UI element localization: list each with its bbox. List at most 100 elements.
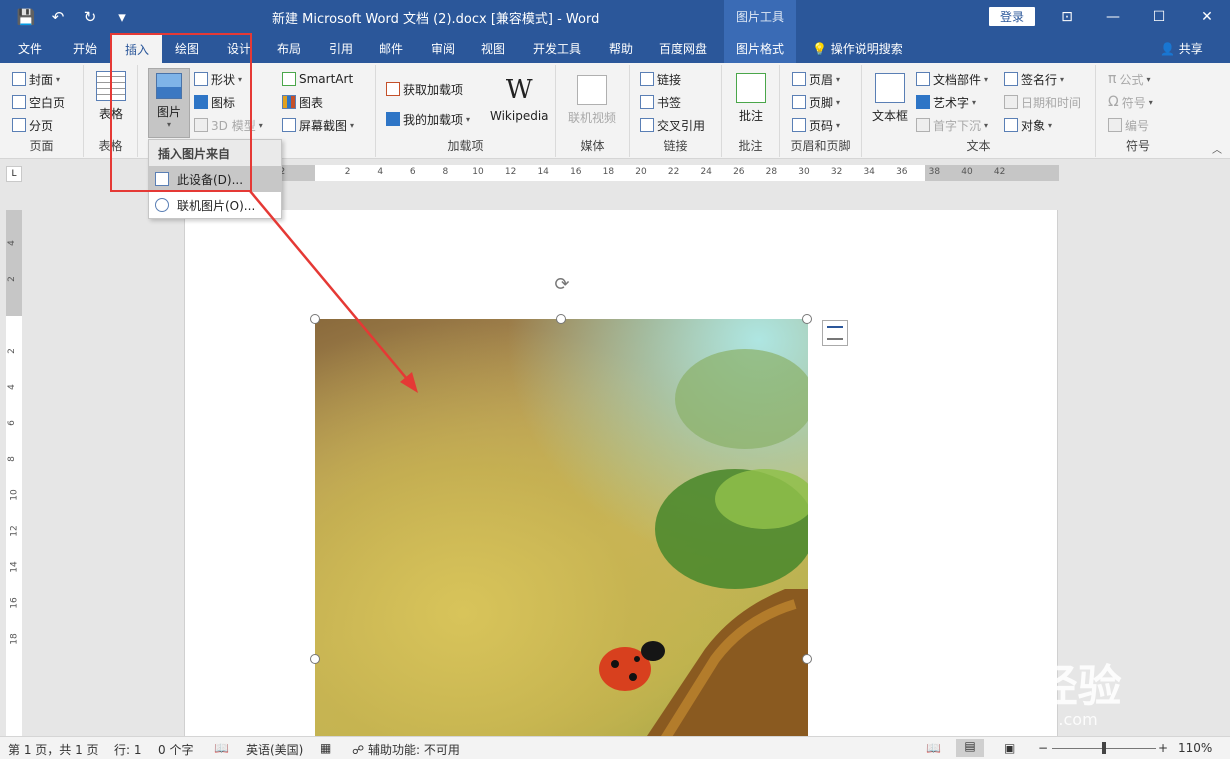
tab-mailings[interactable]: 邮件: [368, 33, 414, 63]
omega-icon: Ω: [1108, 94, 1119, 110]
ruler-number: 28: [765, 167, 778, 177]
textbox-button[interactable]: 文本框: [872, 73, 908, 124]
wikipedia-button[interactable]: W Wikipedia: [490, 75, 549, 123]
resize-handle-right[interactable]: [802, 654, 812, 664]
read-mode-icon[interactable]: 📖: [926, 741, 941, 755]
zoom-slider-thumb[interactable]: [1102, 742, 1106, 754]
ruler-number: 2: [6, 276, 17, 282]
quick-access-toolbar: 💾 ↶ ↻ ▾: [12, 6, 136, 28]
screenshot-button[interactable]: 屏幕截图 ▾: [282, 115, 354, 135]
horizontal-ruler[interactable]: 4224681012141618202224262830323436384042: [183, 165, 1059, 181]
cover-page-button[interactable]: 封面 ▾: [12, 69, 60, 89]
vertical-ruler[interactable]: 4 2 2 4 6 8 10 12 14 16 18: [6, 210, 22, 736]
tab-layout[interactable]: 布局: [266, 33, 312, 63]
macro-recording-icon[interactable]: ▦: [320, 741, 331, 755]
tab-review[interactable]: 审阅: [420, 33, 466, 63]
online-video-button[interactable]: 联机视频: [568, 75, 616, 126]
ribbon-display-options-icon[interactable]: ⊡: [1044, 0, 1090, 33]
layout-options-button[interactable]: [822, 320, 848, 346]
comment-button[interactable]: 批注: [736, 73, 766, 124]
table-button[interactable]: 表格: [96, 71, 126, 122]
tell-me-search[interactable]: 💡 操作说明搜索: [812, 40, 903, 57]
tab-file[interactable]: 文件: [8, 33, 52, 63]
group-links: 链接 书签 交叉引用 链接: [630, 65, 722, 157]
page-number-button[interactable]: 页码 ▾: [792, 115, 840, 135]
tab-developer[interactable]: 开发工具: [526, 33, 588, 63]
share-button[interactable]: 👤 共享: [1160, 40, 1203, 57]
customize-qat-icon[interactable]: ▾: [108, 6, 136, 28]
tab-draw[interactable]: 绘图: [164, 33, 210, 63]
symbol-button[interactable]: Ω 符号 ▾: [1108, 92, 1153, 112]
resize-handle-top-left[interactable]: [310, 314, 320, 324]
tab-references[interactable]: 引用: [318, 33, 364, 63]
minimize-button[interactable]: —: [1090, 0, 1136, 33]
page-break-button[interactable]: 分页: [12, 115, 53, 135]
menu-item-this-device[interactable]: 此设备(D)...: [149, 166, 281, 192]
tab-picture-format[interactable]: 图片格式: [724, 33, 796, 63]
object-icon: [1004, 118, 1018, 132]
link-button[interactable]: 链接: [640, 69, 681, 89]
get-addins-label: 获取加载项: [403, 82, 464, 97]
chart-button[interactable]: 图表: [282, 92, 323, 112]
group-label: 批注: [738, 139, 763, 153]
get-addins-button[interactable]: 获取加载项: [386, 79, 463, 99]
proofing-icon[interactable]: 📖: [214, 741, 229, 755]
language[interactable]: 英语(美国): [246, 741, 303, 758]
bookmark-button[interactable]: 书签: [640, 92, 681, 112]
wordart-button[interactable]: 艺术字 ▾: [916, 92, 976, 112]
header-button[interactable]: 页眉 ▾: [792, 69, 840, 89]
smartart-button[interactable]: SmartArt: [282, 69, 353, 89]
chevron-down-icon: ▾: [466, 114, 471, 124]
collapse-ribbon-icon[interactable]: ︿: [1212, 141, 1222, 156]
shapes-button[interactable]: 形状 ▾: [194, 69, 242, 89]
tab-view[interactable]: 视图: [470, 33, 516, 63]
print-layout-icon[interactable]: ▤: [956, 739, 984, 757]
blank-page-button[interactable]: 空白页: [12, 92, 65, 112]
close-button[interactable]: ✕: [1184, 0, 1230, 33]
signature-line-button[interactable]: 签名行 ▾: [1004, 69, 1064, 89]
bookmark-label: 书签: [657, 95, 682, 110]
zoom-out-button[interactable]: −: [1038, 741, 1048, 755]
accessibility-status[interactable]: ☍ 辅助功能: 不可用: [352, 741, 460, 758]
object-button[interactable]: 对象 ▾: [1004, 115, 1052, 135]
inserted-picture[interactable]: [315, 319, 808, 739]
save-icon[interactable]: 💾: [12, 6, 40, 28]
tab-design[interactable]: 设计: [216, 33, 262, 63]
word-count[interactable]: 0 个字: [158, 741, 193, 758]
number-button[interactable]: 编号: [1108, 115, 1149, 135]
my-addins-button[interactable]: 我的加载项 ▾: [386, 109, 470, 129]
3d-models-button[interactable]: 3D 模型 ▾: [194, 115, 263, 135]
undo-icon[interactable]: ↶: [44, 6, 72, 28]
ruler-number: 4: [6, 384, 17, 390]
drop-cap-button[interactable]: 首字下沉 ▾: [916, 115, 988, 135]
cross-reference-icon: [640, 118, 654, 132]
footer-button[interactable]: 页脚 ▾: [792, 92, 840, 112]
tab-baidu-netdisk[interactable]: 百度网盘: [650, 33, 716, 63]
page-count[interactable]: 第 1 页，共 1 页: [8, 741, 99, 758]
link-icon: [640, 72, 654, 86]
cross-reference-button[interactable]: 交叉引用: [640, 115, 705, 135]
login-button[interactable]: 登录: [989, 7, 1035, 26]
icons-button[interactable]: 图标: [194, 92, 235, 112]
quick-parts-button[interactable]: 文档部件 ▾: [916, 69, 988, 89]
zoom-level[interactable]: 110%: [1178, 741, 1212, 755]
zoom-in-button[interactable]: +: [1158, 741, 1168, 755]
tab-help[interactable]: 帮助: [598, 33, 644, 63]
resize-handle-top[interactable]: [556, 314, 566, 324]
resize-handle-top-right[interactable]: [802, 314, 812, 324]
tab-stop-selector[interactable]: L: [6, 166, 22, 182]
chevron-down-icon: ▾: [836, 97, 841, 107]
restore-button[interactable]: ☐: [1136, 0, 1182, 33]
ruler-number: 26: [733, 167, 745, 177]
blank-page-label: 空白页: [29, 95, 66, 110]
tab-home[interactable]: 开始: [62, 33, 108, 63]
resize-handle-left[interactable]: [310, 654, 320, 664]
tab-insert[interactable]: 插入: [112, 35, 162, 63]
menu-item-online-pictures[interactable]: 联机图片(O)...: [149, 192, 281, 218]
redo-icon[interactable]: ↻: [76, 6, 104, 28]
web-layout-icon[interactable]: ▣: [1004, 741, 1015, 755]
rotate-handle-icon[interactable]: ⟳: [551, 274, 573, 296]
equation-button[interactable]: π 公式 ▾: [1108, 69, 1150, 89]
pictures-button[interactable]: 图片 ▾: [148, 68, 190, 138]
date-time-button[interactable]: 日期和时间: [1004, 92, 1081, 112]
